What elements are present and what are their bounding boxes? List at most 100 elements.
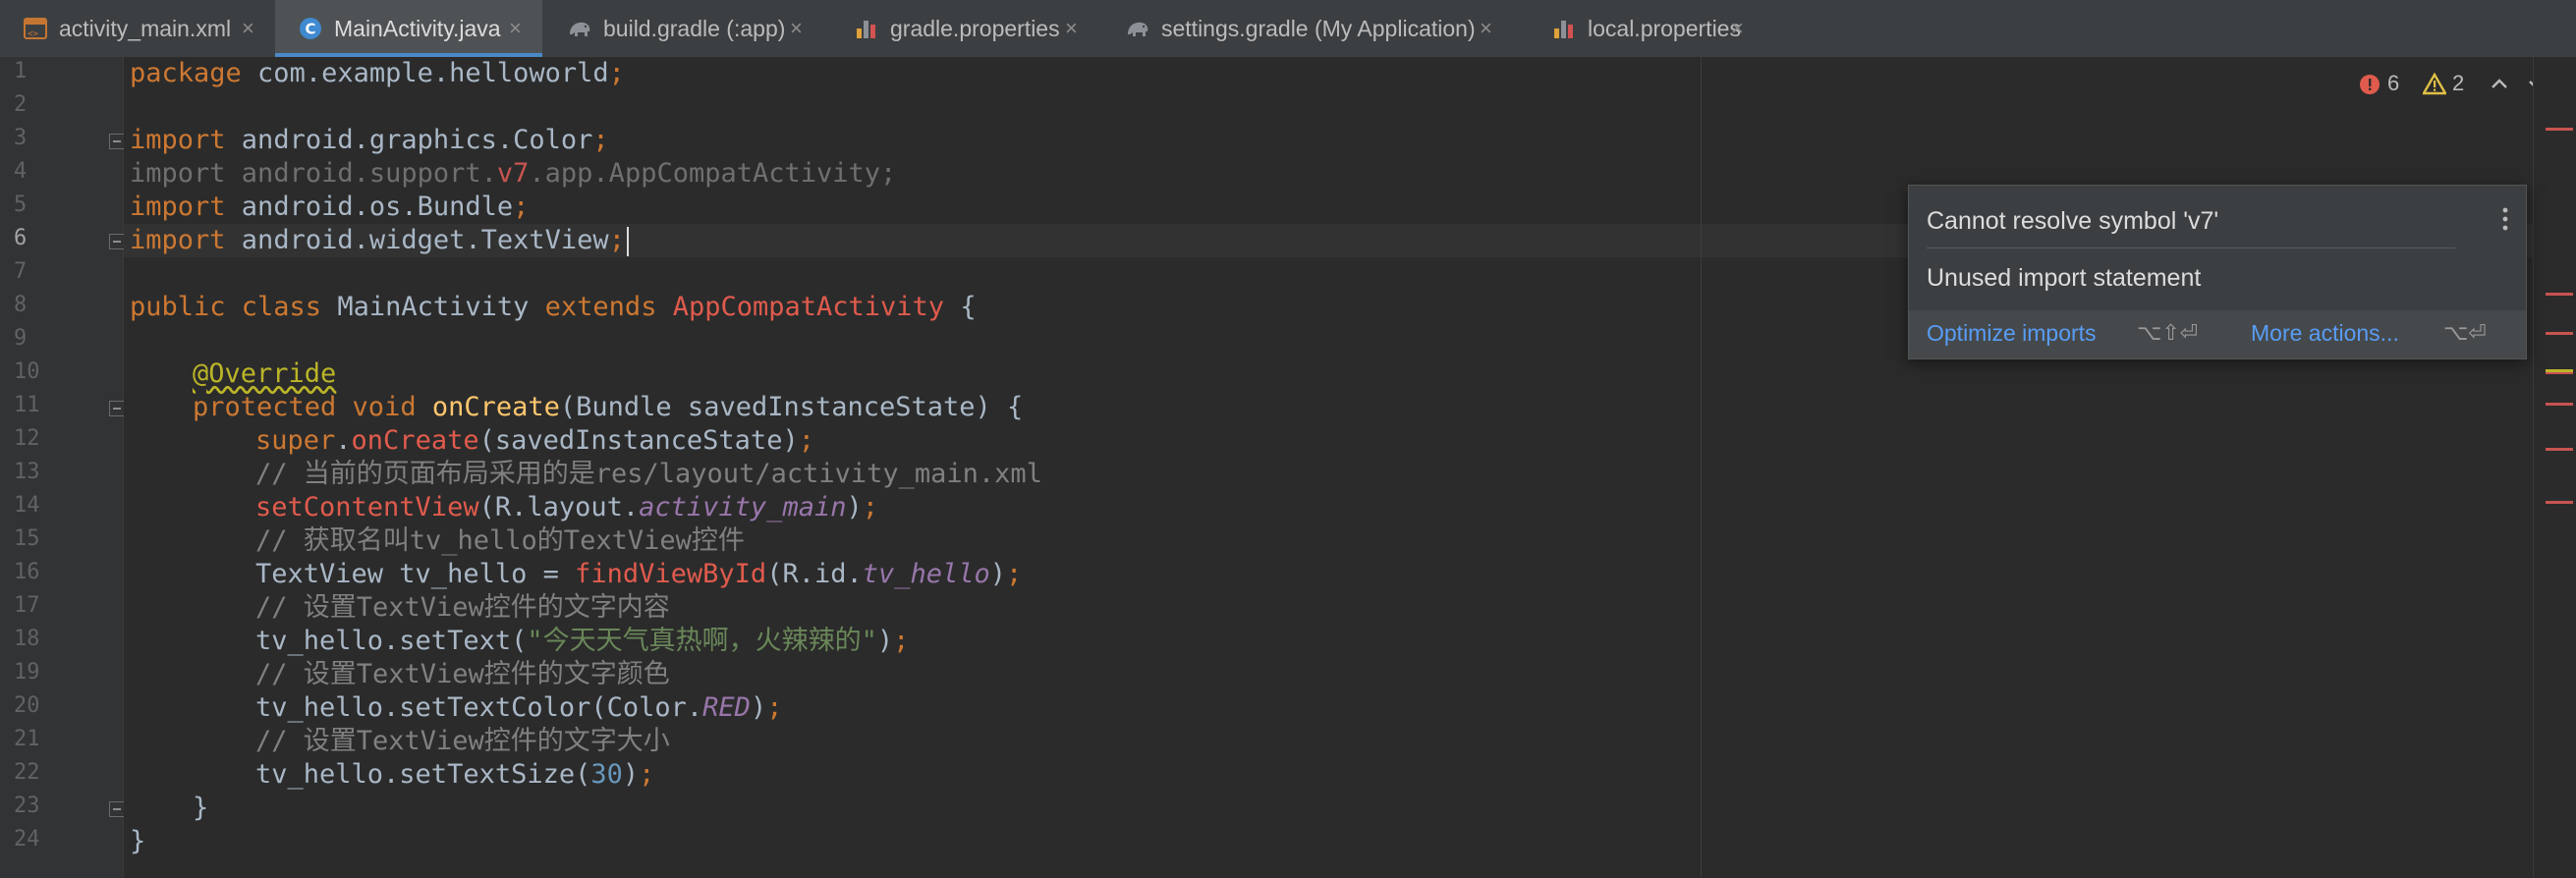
- line-number: 7: [14, 259, 28, 284]
- close-icon[interactable]: ×: [1480, 16, 1492, 41]
- line-number: 22: [14, 760, 40, 785]
- line-number: 8: [14, 293, 28, 317]
- code-line-24: }: [130, 826, 146, 856]
- line-number: 9: [14, 326, 28, 351]
- code-line-3: import android.graphics.Color;: [130, 125, 609, 155]
- code-line-23: }: [193, 793, 209, 823]
- code-line-22: tv_hello.setTextSize(30);: [255, 759, 655, 790]
- error-stripe[interactable]: [2533, 57, 2576, 878]
- more-actions-link[interactable]: More actions...: [2251, 320, 2399, 347]
- line-number: 18: [14, 627, 40, 651]
- code-line-13: // 当前的页面布局采用的是res/layout/activity_main.x…: [255, 459, 1042, 489]
- tab-label: settings.gradle (My Application): [1161, 16, 1476, 41]
- tab-label: activity_main.xml: [59, 16, 232, 41]
- tab-build-gradle[interactable]: build.gradle (:app) ×: [544, 0, 829, 57]
- line-number: 21: [14, 727, 40, 751]
- stripe-error-marker[interactable]: [2546, 403, 2573, 406]
- code-line-1: package com.example.helloworld;: [130, 58, 625, 88]
- line-number: 1: [14, 59, 28, 83]
- code-line-18: tv_hello.setText("今天天气真热啊，火辣辣的");: [255, 626, 910, 656]
- gradle-elephant-icon: [1128, 22, 1148, 36]
- code-line-11: protected void onCreate(Bundle savedInst…: [193, 392, 1024, 422]
- line-number: 17: [14, 593, 40, 618]
- code-line-10: @Override: [193, 358, 337, 389]
- code-line-21: // 设置TextView控件的文字大小: [255, 726, 670, 756]
- fold-imports-end-icon[interactable]: [109, 234, 125, 249]
- fold-method-icon[interactable]: [109, 401, 125, 416]
- stripe-warning-marker[interactable]: [2546, 369, 2573, 372]
- editor-tab-bar: <> activity_main.xml × C MainActivity.ja…: [0, 0, 2576, 58]
- code-line-15: // 获取名叫tv_hello的TextView控件: [255, 525, 745, 556]
- code-line-5: import android.os.Bundle;: [130, 192, 530, 222]
- code-line-4-unused-import: import android.support.v7.app.AppCompatA…: [130, 158, 897, 189]
- tab-local-properties[interactable]: local.properties ×: [1529, 0, 1772, 57]
- fold-method-end-icon[interactable]: [109, 801, 125, 817]
- properties-bar-chart-icon: [857, 21, 875, 38]
- error-message: Cannot resolve symbol 'v7': [1927, 207, 2219, 235]
- optimize-imports-shortcut: ⌥⇧⏎: [2137, 320, 2199, 345]
- java-class-icon: C: [300, 18, 321, 39]
- line-number: 16: [14, 560, 40, 584]
- line-number: 12: [14, 426, 40, 451]
- line-number: 23: [14, 794, 40, 818]
- line-number: 20: [14, 693, 40, 718]
- close-icon[interactable]: ×: [1731, 16, 1744, 41]
- svg-text:C: C: [306, 21, 316, 38]
- line-number: 2: [14, 92, 28, 117]
- code-line-19: // 设置TextView控件的文字颜色: [255, 659, 670, 689]
- tab-settings-gradle[interactable]: settings.gradle (My Application) ×: [1102, 0, 1527, 57]
- tab-label: build.gradle (:app): [603, 16, 786, 41]
- line-number: 15: [14, 526, 40, 551]
- code-line-20: tv_hello.setTextColor(Color.RED);: [255, 692, 783, 723]
- text-caret: [626, 226, 629, 256]
- line-number: 4: [14, 159, 28, 184]
- tab-main-activity-java[interactable]: C MainActivity.java ×: [275, 0, 542, 57]
- popup-actions-bar: Optimize imports ⌥⇧⏎ More actions... ⌥⏎: [1909, 310, 2526, 358]
- close-icon[interactable]: ×: [242, 16, 254, 41]
- line-number-current: 6: [14, 226, 28, 250]
- stripe-error-marker[interactable]: [2546, 128, 2573, 131]
- more-options-kebab-icon[interactable]: [2500, 205, 2510, 233]
- stripe-error-marker[interactable]: [2546, 501, 2573, 504]
- optimize-imports-link[interactable]: Optimize imports: [1927, 320, 2097, 347]
- stripe-error-marker[interactable]: [2546, 293, 2573, 296]
- code-line-6: import android.widget.TextView;: [130, 224, 629, 257]
- code-line-14: setContentView(R.layout.activity_main);: [255, 492, 878, 522]
- previous-problem-chevron-up-icon[interactable]: [2490, 75, 2509, 94]
- error-circle-icon: [2360, 75, 2380, 94]
- svg-text:<>: <>: [28, 29, 38, 39]
- code-line-17: // 设置TextView控件的文字内容: [255, 592, 670, 623]
- code-line-8: public class MainActivity extends AppCom…: [130, 292, 977, 322]
- code-editor[interactable]: package com.example.helloworld; import a…: [124, 57, 2533, 878]
- warning-message: Unused import statement: [1927, 264, 2202, 292]
- fold-imports-icon[interactable]: [109, 134, 125, 149]
- line-number: 14: [14, 493, 40, 518]
- stripe-error-marker[interactable]: [2546, 332, 2573, 335]
- stripe-error-marker[interactable]: [2546, 448, 2573, 451]
- right-margin-guide: [1701, 57, 1702, 878]
- line-number: 5: [14, 192, 28, 217]
- tab-label: gradle.properties: [890, 16, 1060, 41]
- tab-activity-main-xml[interactable]: <> activity_main.xml ×: [0, 0, 273, 57]
- unresolved-symbol: v7: [496, 158, 530, 189]
- warning-triangle-icon: [2423, 73, 2446, 95]
- code-line-12: super.onCreate(savedInstanceState);: [255, 425, 814, 456]
- code-line-16: TextView tv_hello = findViewById(R.id.tv…: [255, 559, 1023, 589]
- tab-gradle-properties[interactable]: gradle.properties ×: [831, 0, 1100, 57]
- line-number: 11: [14, 393, 40, 417]
- popup-divider: [1927, 247, 2455, 248]
- more-actions-shortcut: ⌥⏎: [2443, 320, 2487, 345]
- xml-layout-icon: <>: [24, 18, 47, 39]
- close-icon[interactable]: ×: [790, 16, 803, 41]
- close-icon[interactable]: ×: [1065, 16, 1078, 41]
- line-number: 3: [14, 126, 28, 150]
- warning-count: 2: [2452, 71, 2465, 95]
- line-number-gutter[interactable]: 1 2 3 4 5 6 7 8 9 10 11 12 13 14 15 16 1…: [0, 57, 125, 878]
- tab-label: MainActivity.java: [334, 16, 501, 41]
- quick-fix-popup: Cannot resolve symbol 'v7' Unused import…: [1908, 185, 2527, 359]
- gradle-elephant-icon: [570, 22, 590, 36]
- line-number: 10: [14, 359, 40, 384]
- line-number: 13: [14, 460, 40, 484]
- tab-label: local.properties: [1588, 16, 1741, 41]
- close-icon[interactable]: ×: [509, 16, 522, 41]
